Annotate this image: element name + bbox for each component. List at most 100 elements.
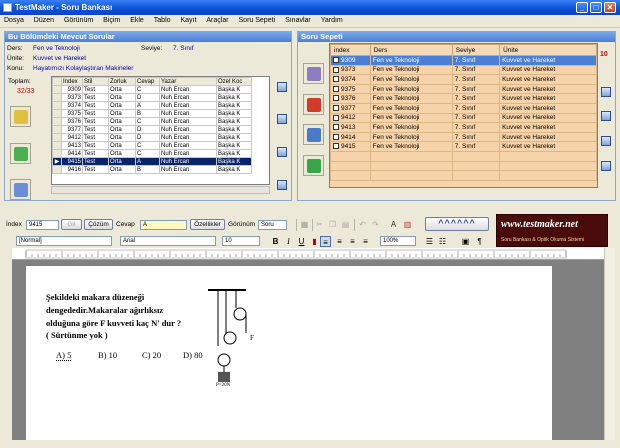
table-row[interactable]: 9416 Test Orta B Nuh Ercan Başka K — [52, 165, 252, 174]
open-question-button[interactable] — [10, 143, 31, 164]
index-input[interactable]: 9415 — [26, 220, 59, 230]
menu-sinavlar[interactable]: Sınavlar — [281, 15, 315, 24]
basket-col-header[interactable]: index — [330, 44, 371, 56]
minimize-button[interactable]: _ — [576, 2, 588, 13]
pilcrow-icon[interactable]: ¶ — [474, 236, 485, 247]
italic-icon[interactable]: I — [283, 236, 294, 247]
menu-yardim[interactable]: Yardım — [317, 15, 347, 24]
basket-checkbox[interactable] — [333, 66, 339, 73]
table-row[interactable]: 9376 Test Orta C Nuh Ercan Başka K — [52, 117, 252, 126]
basket-checkbox[interactable] — [333, 133, 339, 140]
menu-duzen[interactable]: Düzen — [30, 15, 58, 24]
underline-icon[interactable]: U — [296, 236, 307, 247]
table-row[interactable]: ▶ 9415 Test Orta A Nuh Ercan Başka K — [52, 157, 252, 166]
table-row[interactable]: 9377 Test Orta D Nuh Ercan Başka K — [52, 125, 252, 134]
move-down-button[interactable] — [601, 136, 611, 146]
basket-grid[interactable]: index Ders Seviye Ünite 9309 Fen ve Teknoloj… — [329, 43, 598, 188]
questions-col-header[interactable]: Zorluk — [108, 77, 136, 86]
basket-delete-button[interactable] — [303, 94, 324, 115]
table-row[interactable]: 9374 Test Orta A Nuh Ercan Başka K — [52, 101, 252, 110]
basket-checkbox[interactable] — [333, 105, 339, 112]
gorunum-select[interactable]: Soru — [258, 220, 287, 230]
move-top-button[interactable] — [601, 87, 611, 97]
copy-icon[interactable]: ❐ — [327, 219, 338, 230]
menu-dosya[interactable]: Dosya — [0, 15, 28, 24]
menu-bicim[interactable]: Biçim — [99, 15, 124, 24]
nav-next-button[interactable] — [277, 147, 287, 157]
vertical-scrollbar[interactable] — [604, 248, 615, 440]
save-icon[interactable]: ▦ — [299, 219, 310, 230]
cozum-button[interactable]: Çözüm — [84, 219, 113, 230]
maximize-button[interactable]: □ — [590, 2, 602, 13]
nav-down-button[interactable] — [277, 180, 287, 190]
bold-icon[interactable]: B — [270, 236, 281, 247]
close-button[interactable]: ✕ — [604, 2, 616, 13]
basket-checkbox[interactable] — [333, 114, 339, 121]
chart-icon[interactable]: ▥ — [402, 219, 413, 230]
questions-grid[interactable]: Index Stil Zorluk Cevap Yazar Özel Koc 9309 Te… — [51, 76, 270, 185]
redo-icon[interactable]: ↷ — [370, 219, 381, 230]
menu-araclar[interactable]: Araçlar — [202, 15, 232, 24]
basket-row[interactable]: 9413 Fen ve Teknoloji 7. Sınıf Kuvvet ve Ha… — [330, 122, 597, 133]
color-icon[interactable]: ▮ — [309, 236, 320, 247]
basket-row[interactable]: 9374 Fen ve Teknoloji 7. Sınıf Kuvvet ve Ha… — [330, 74, 597, 85]
basket-row[interactable]: 9415 Fen ve Teknoloji 7. Sınıf Kuvvet ve Ha… — [330, 141, 597, 152]
menu-tablo[interactable]: Tablo — [150, 15, 175, 24]
questions-col-header[interactable]: Index — [61, 77, 83, 86]
menu-kayit[interactable]: Kayıt — [176, 15, 200, 24]
paste-icon[interactable]: ▤ — [340, 219, 351, 230]
basket-checkbox[interactable] — [333, 143, 339, 150]
table-row[interactable]: 9412 Test Orta D Nuh Ercan Başka K — [52, 133, 252, 142]
table-row[interactable]: 9375 Test Orta B Nuh Ercan Başka K — [52, 109, 252, 118]
align-center-icon[interactable]: ≡ — [334, 236, 345, 247]
basket-add-button[interactable] — [303, 155, 324, 176]
basket-checkbox[interactable] — [333, 76, 339, 83]
add-question-button[interactable] — [10, 106, 31, 127]
nav-up-button[interactable] — [277, 82, 287, 92]
table-row[interactable]: 9373 Test Orta D Nuh Ercan Başka K — [52, 93, 252, 102]
undo-icon[interactable]: ↶ — [357, 219, 368, 230]
basket-row[interactable]: 9412 Fen ve Teknoloji 7. Sınıf Kuvvet ve Ha… — [330, 112, 597, 124]
basket-row[interactable]: 9377 Fen ve Teknoloji 7. Sınıf Kuvvet ve Ha… — [330, 102, 597, 114]
basket-row[interactable]: 9414 Fen ve Teknoloji 7. Sınıf Kuvvet ve Ha… — [330, 131, 597, 143]
align-left-icon[interactable]: ≡ — [320, 236, 331, 247]
basket-row[interactable]: 9309 Fen ve Teknoloji 7. Sınıf Kuvvet ve Ha… — [330, 55, 597, 66]
horizontal-scrollbar[interactable] — [51, 186, 270, 194]
basket-clean-button[interactable] — [303, 124, 324, 145]
menu-gorunum[interactable]: Görünüm — [60, 15, 97, 24]
table-row[interactable]: 9309 Test Orta C Nuh Ercan Başka K — [52, 85, 252, 94]
questions-col-header[interactable]: Stil — [82, 77, 109, 86]
questions-col-header[interactable]: Özel Koc — [216, 77, 252, 86]
basket-col-header[interactable]: Ders — [369, 44, 453, 56]
calc-button[interactable] — [10, 179, 31, 200]
document-page[interactable]: Şekildeki makara düzeneği dengededir.Mak… — [26, 266, 552, 440]
nav-prev-button[interactable] — [277, 114, 287, 124]
menu-soru-sepeti[interactable]: Soru Sepeti — [235, 15, 280, 24]
basket-col-header[interactable]: Seviye — [451, 44, 501, 56]
paragraph-format-icon[interactable]: ▣ — [460, 236, 471, 247]
justify-icon[interactable]: ≡ — [360, 236, 371, 247]
arrows-button[interactable]: ^^^^^^ — [425, 217, 489, 231]
cevap-select[interactable]: A — [140, 220, 187, 230]
move-up-button[interactable] — [601, 111, 611, 121]
basket-checkbox[interactable] — [333, 57, 339, 64]
font-select[interactable]: Arial — [120, 236, 216, 246]
basket-row[interactable]: 9375 Fen ve Teknoloji 7. Sınıf Kuvvet ve Ha… — [330, 83, 597, 95]
questions-col-header[interactable]: Yazar — [159, 77, 217, 86]
move-bottom-button[interactable] — [601, 161, 611, 171]
ozellikler-button[interactable]: Özellikler — [190, 219, 225, 230]
basket-checkbox[interactable] — [333, 85, 339, 92]
git-button[interactable]: Git — [61, 219, 82, 230]
basket-row[interactable]: 9376 Fen ve Teknoloji 7. Sınıf Kuvvet ve Ha… — [330, 93, 597, 104]
questions-col-header[interactable]: Cevap — [135, 77, 160, 86]
ruler[interactable] — [12, 248, 604, 260]
numbered-list-icon[interactable]: ☰ — [424, 236, 435, 247]
align-right-icon[interactable]: ≡ — [347, 236, 358, 247]
questions-col-header[interactable] — [52, 77, 62, 86]
zoom-select[interactable]: 100% — [380, 236, 416, 246]
spellcheck-icon[interactable]: A — [388, 219, 399, 230]
basket-col-header[interactable]: Ünite — [499, 44, 597, 56]
table-row[interactable]: 9414 Test Orta C Nuh Ercan Başka K — [52, 149, 252, 158]
basket-row[interactable]: 9373 Fen ve Teknoloji 7. Sınıf Kuvvet ve Ha… — [330, 64, 597, 76]
menu-ekle[interactable]: Ekle — [126, 15, 148, 24]
